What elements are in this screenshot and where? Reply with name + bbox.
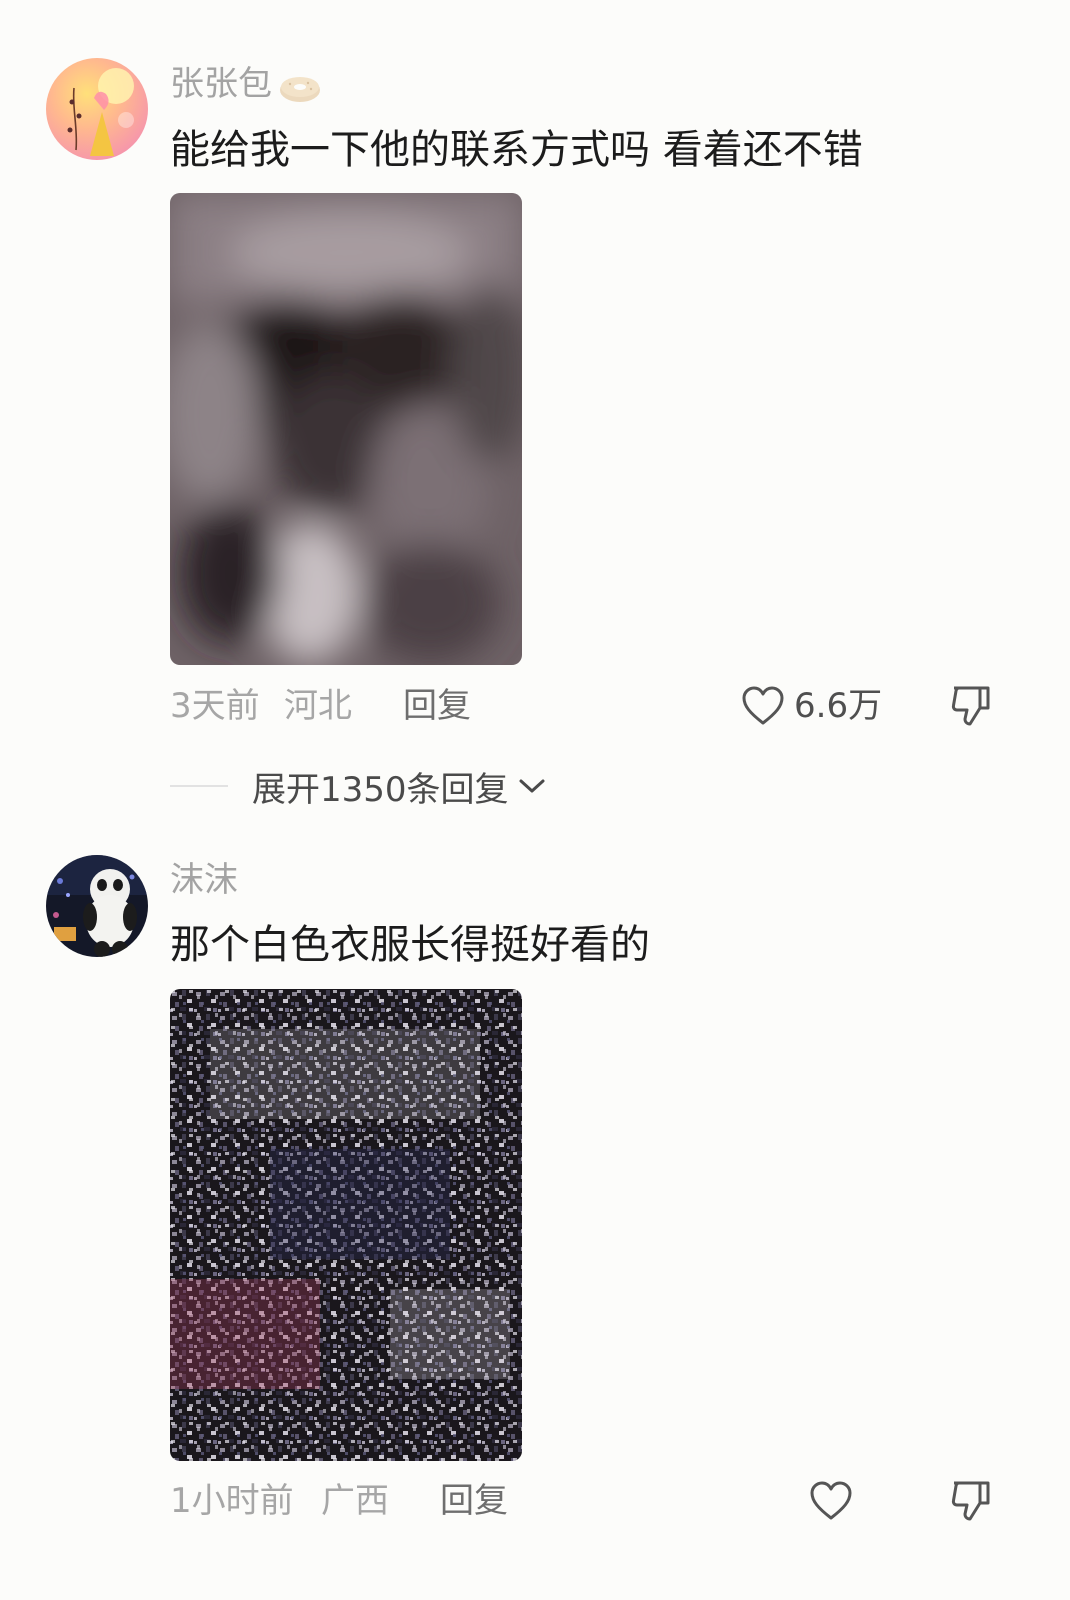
thumbs-down-icon bbox=[948, 1477, 996, 1525]
reply-button[interactable]: 回复 bbox=[440, 1477, 508, 1525]
comment-meta: 1小时前 广西 回复 bbox=[170, 1477, 1070, 1525]
divider bbox=[170, 785, 228, 787]
username[interactable]: 张张包 bbox=[170, 62, 322, 106]
expand-replies-button[interactable]: 展开1350条回复 bbox=[170, 762, 547, 810]
bagel-badge-icon bbox=[278, 71, 322, 102]
comment-time: 3天前 bbox=[170, 686, 260, 726]
like-count: 6.6万 bbox=[794, 686, 883, 726]
dislike-button[interactable] bbox=[948, 1477, 996, 1525]
comment-location: 广西 bbox=[321, 1481, 389, 1521]
avatar[interactable] bbox=[46, 58, 148, 160]
chevron-down-icon bbox=[509, 776, 547, 796]
like-button[interactable] bbox=[808, 1477, 854, 1525]
username[interactable]: 沫沫 bbox=[170, 858, 238, 902]
comment-location: 河北 bbox=[284, 686, 352, 726]
heart-icon bbox=[740, 685, 786, 727]
comment-text: 能给我一下他的联系方式吗 看着还不错 bbox=[170, 127, 863, 173]
expand-replies-label: 展开1350条回复 bbox=[252, 769, 509, 810]
reply-button[interactable]: 回复 bbox=[403, 682, 471, 730]
like-button[interactable]: 6.6万 bbox=[740, 682, 882, 730]
comment-time: 1小时前 bbox=[170, 1481, 294, 1521]
dislike-button[interactable] bbox=[948, 682, 996, 730]
comment-image[interactable] bbox=[170, 989, 522, 1461]
thumbs-down-icon bbox=[948, 682, 996, 730]
avatar[interactable] bbox=[46, 855, 148, 957]
comment-image[interactable] bbox=[170, 193, 522, 665]
username-text: 沫沫 bbox=[170, 860, 238, 900]
comment-list: 张张包 能给我一下他的联系方式吗 看着还不错 3天前 河北 回复 6.6万 展开… bbox=[0, 0, 1070, 1600]
heart-icon bbox=[808, 1480, 854, 1522]
comment-text: 那个白色衣服长得挺好看的 bbox=[170, 922, 650, 968]
username-text: 张张包 bbox=[170, 64, 272, 104]
comment-meta: 3天前 河北 回复 6.6万 bbox=[170, 682, 1070, 730]
